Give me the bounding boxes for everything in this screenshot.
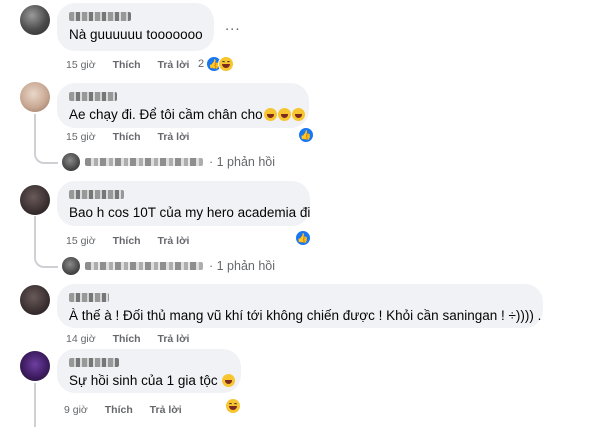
comment-text: Ae chạy đi. Để tôi cầm chân cho bbox=[69, 106, 305, 123]
comment-time[interactable]: 15 giờ bbox=[66, 131, 96, 143]
comment-time[interactable]: 15 giờ bbox=[66, 235, 96, 247]
avatar[interactable] bbox=[20, 82, 50, 112]
reply-author-name bbox=[85, 158, 203, 166]
author-name[interactable] bbox=[69, 12, 131, 21]
more-options-icon[interactable]: ... bbox=[225, 17, 241, 34]
reply-button[interactable]: Trả lời bbox=[158, 131, 190, 143]
reply-button[interactable]: Trả lời bbox=[158, 333, 190, 345]
like-button[interactable]: Thích bbox=[113, 333, 141, 345]
comment-actions: 15 giờ Thích Trả lời bbox=[66, 59, 203, 71]
like-icon: 👍 bbox=[295, 230, 311, 246]
view-replies-link[interactable]: · 1 phản hồi bbox=[62, 257, 275, 275]
thread-connector bbox=[34, 150, 58, 164]
like-button[interactable]: Thích bbox=[113, 59, 141, 71]
reply-button[interactable]: Trả lời bbox=[158, 59, 190, 71]
comment-text: Nà guuuuuu tooooooo bbox=[69, 27, 203, 42]
reply-button[interactable]: Trả lời bbox=[158, 235, 190, 247]
avatar[interactable] bbox=[20, 351, 50, 381]
replies-count[interactable]: · 1 phản hồi bbox=[209, 155, 275, 169]
comment-actions: 15 giờ Thích Trả lời bbox=[66, 235, 203, 247]
laugh-emoji-icon bbox=[222, 374, 236, 387]
thread-connector bbox=[34, 254, 58, 268]
laugh-emoji-icon bbox=[263, 108, 277, 121]
comment-bubble: Nà guuuuuu tooooooo bbox=[57, 3, 214, 51]
comment-bubble: Sự hồi sinh của 1 gia tộc bbox=[57, 349, 241, 393]
reply-avatar bbox=[62, 153, 80, 171]
comment-actions: 14 giờ Thích Trả lời bbox=[66, 333, 203, 345]
comment-actions: 15 giờ Thích Trả lời bbox=[66, 131, 203, 143]
reaction-summary[interactable]: 👍 bbox=[295, 230, 311, 246]
author-name[interactable] bbox=[69, 293, 109, 302]
comment-text: À thế à ! Đối thủ mang vũ khí tới không … bbox=[69, 308, 542, 323]
avatar[interactable] bbox=[20, 5, 50, 35]
author-name[interactable] bbox=[69, 92, 117, 101]
like-icon: 👍 bbox=[298, 127, 314, 143]
thread-line bbox=[34, 383, 36, 427]
reply-author-name bbox=[85, 262, 203, 270]
like-button[interactable]: Thích bbox=[113, 131, 141, 143]
comment-time[interactable]: 14 giờ bbox=[66, 333, 96, 345]
haha-icon bbox=[225, 398, 241, 414]
comment-time[interactable]: 15 giờ bbox=[66, 59, 96, 71]
comment-bubble: Ae chạy đi. Để tôi cầm chân cho bbox=[57, 83, 309, 128]
like-button[interactable]: Thích bbox=[105, 404, 133, 416]
comment-bubble: Bao h cos 10T của my hero academia đi bbox=[57, 181, 310, 226]
reply-avatar bbox=[62, 257, 80, 275]
haha-icon bbox=[218, 56, 235, 72]
comment-text: Sự hồi sinh của 1 gia tộc bbox=[69, 372, 236, 389]
comment-time[interactable]: 9 giờ bbox=[64, 404, 88, 416]
thread-line bbox=[34, 216, 36, 257]
reaction-summary[interactable]: 👍 bbox=[298, 127, 314, 143]
like-button[interactable]: Thích bbox=[113, 235, 141, 247]
view-replies-link[interactable]: · 1 phản hồi bbox=[62, 153, 275, 171]
comment-actions: 9 giờ Thích Trả lời bbox=[64, 404, 196, 416]
avatar[interactable] bbox=[20, 285, 50, 315]
reaction-summary[interactable] bbox=[225, 398, 241, 414]
reaction-count: 2 bbox=[198, 58, 205, 70]
replies-count[interactable]: · 1 phản hồi bbox=[209, 259, 275, 273]
comment-text: Bao h cos 10T của my hero academia đi bbox=[69, 205, 311, 220]
avatar[interactable] bbox=[20, 185, 50, 215]
reaction-summary[interactable]: 2 👍 bbox=[198, 56, 235, 72]
author-name[interactable] bbox=[69, 358, 119, 367]
laugh-emoji-icon bbox=[277, 108, 291, 121]
reply-button[interactable]: Trả lời bbox=[150, 404, 182, 416]
author-name[interactable] bbox=[69, 190, 124, 199]
thread-line bbox=[34, 114, 36, 153]
comment-bubble: À thế à ! Đối thủ mang vũ khí tới không … bbox=[57, 284, 543, 328]
laugh-emoji-icon bbox=[291, 108, 305, 121]
